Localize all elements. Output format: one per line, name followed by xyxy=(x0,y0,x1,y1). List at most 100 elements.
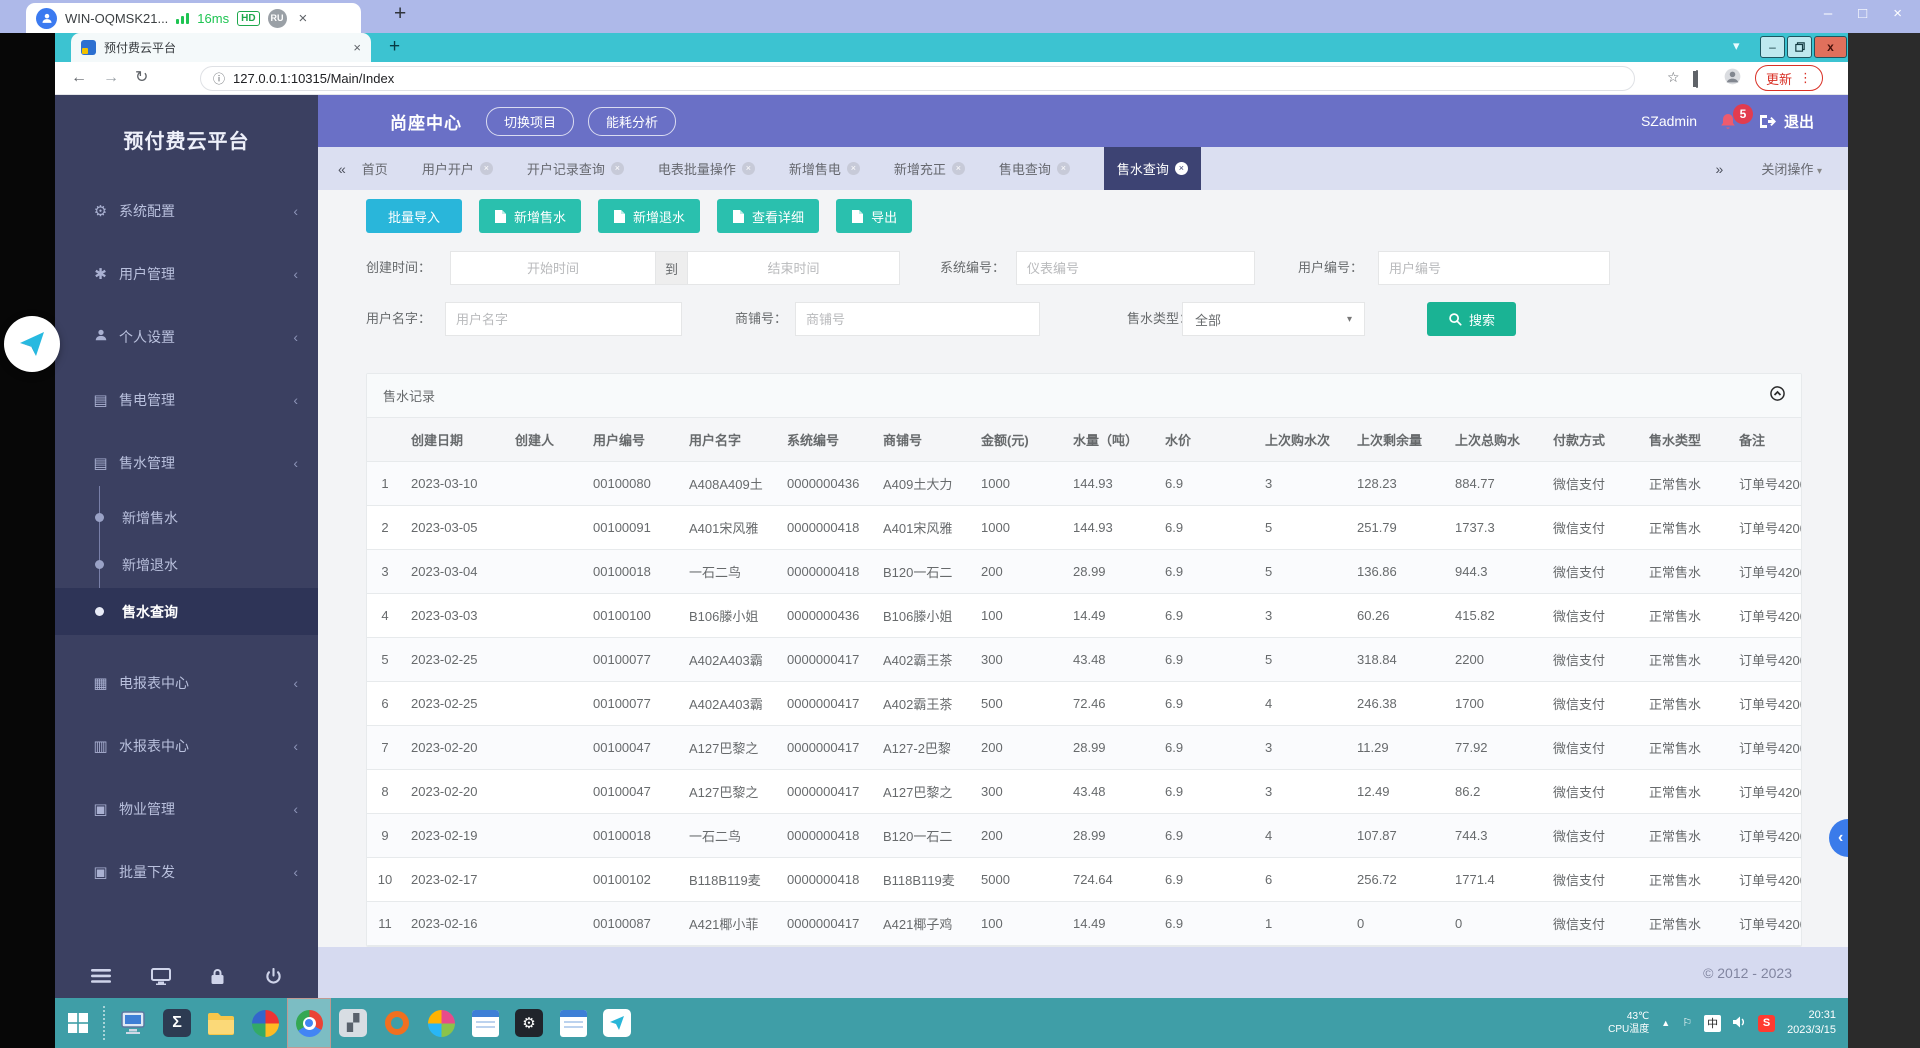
water-type-select[interactable]: 全部 ▾ xyxy=(1182,302,1365,336)
table-row[interactable]: 42023-03-0300100100B106滕小姐0000000436B106… xyxy=(367,594,1801,638)
table-row[interactable]: 12023-03-1000100080A408A409土0000000436A4… xyxy=(367,462,1801,506)
remote-restore-button[interactable]: □ xyxy=(1858,5,1867,22)
batch-import-button[interactable]: 批量导入 xyxy=(366,199,462,233)
water-refund-button[interactable]: 新增退水 xyxy=(598,199,700,233)
hd-quality-badge[interactable]: HD xyxy=(237,11,259,26)
sidebar-item-user-management[interactable]: ✱ 用户管理 ‹ xyxy=(55,242,318,305)
tabs-scroll-left-icon[interactable]: « xyxy=(338,161,346,177)
new-water-sale-button[interactable]: 新增售水 xyxy=(479,199,581,233)
back-icon[interactable]: ← xyxy=(71,70,87,86)
switch-project-button[interactable]: 切换项目 xyxy=(486,107,574,136)
remote-new-tab-button[interactable]: + xyxy=(394,2,406,26)
shop-no-input[interactable] xyxy=(795,302,1040,336)
sidebar-item-water-report-center[interactable]: ▥ 水报表中心 ‹ xyxy=(55,714,318,777)
remote-user-badge[interactable]: RU xyxy=(268,9,287,28)
energy-analysis-button[interactable]: 能耗分析 xyxy=(588,107,676,136)
site-info-icon[interactable]: ⓘ xyxy=(213,70,225,87)
taskbar-app-file-explorer[interactable] xyxy=(199,998,243,1048)
taskbar-grip[interactable] xyxy=(103,1006,105,1040)
tab-search-chevron-icon[interactable]: ▾ xyxy=(1733,38,1740,54)
input-method-icon[interactable]: 中 xyxy=(1704,1015,1721,1032)
taskbar-app-chrome[interactable] xyxy=(287,998,331,1048)
flag-icon[interactable]: ⚐ xyxy=(1682,1018,1692,1029)
table-header-cell[interactable]: 上次剩余量 xyxy=(1349,418,1447,462)
taskbar-app-gray-tool[interactable]: ▞ xyxy=(331,998,375,1048)
tab-close-icon[interactable]: × xyxy=(847,162,860,175)
browser-restore-button[interactable] xyxy=(1787,36,1812,58)
table-header-cell[interactable]: 金额(元) xyxy=(973,418,1065,462)
taskbar-app-window-1[interactable] xyxy=(463,998,507,1048)
tab-account-opening[interactable]: 用户开户× xyxy=(422,147,493,190)
speaker-icon[interactable] xyxy=(1733,1016,1746,1031)
browser-new-tab-button[interactable]: + xyxy=(389,36,400,58)
table-header-cell[interactable]: 系统编号 xyxy=(779,418,875,462)
hamburger-menu-icon[interactable] xyxy=(91,969,111,983)
table-header-cell[interactable]: 用户名字 xyxy=(681,418,779,462)
collapse-panel-icon[interactable] xyxy=(1770,386,1785,406)
table-row[interactable]: 82023-02-2000100047A127巴黎之0000000417A127… xyxy=(367,770,1801,814)
system-no-input[interactable] xyxy=(1016,251,1255,285)
sidebar-subitem-water-refund[interactable]: 新增退水 xyxy=(55,541,318,588)
tab-new-reversal[interactable]: 新增充正× xyxy=(894,147,965,190)
table-header-cell[interactable]: 商铺号 xyxy=(875,418,973,462)
table-header-cell[interactable]: 上次总购水 xyxy=(1447,418,1545,462)
table-row[interactable]: 22023-03-0500100091A401宋风雅0000000418A401… xyxy=(367,506,1801,550)
browser-menu-dots-icon[interactable]: ⋮ xyxy=(1799,70,1812,86)
tab-home[interactable]: 首页 xyxy=(362,147,388,190)
taskbar-app-window-2[interactable] xyxy=(551,998,595,1048)
tab-close-icon[interactable]: × xyxy=(742,162,755,175)
remote-close-button[interactable]: × xyxy=(1893,5,1902,22)
end-time-input[interactable] xyxy=(687,251,900,285)
taskbar-app-orange-browser[interactable] xyxy=(375,998,419,1048)
browser-minimize-button[interactable]: – xyxy=(1760,36,1785,58)
taskbar-clock[interactable]: 20:31 2023/3/15 xyxy=(1787,1008,1836,1038)
remote-tab-close-icon[interactable]: × xyxy=(299,10,308,27)
hidden-icons-chevron[interactable]: ▲ xyxy=(1661,1019,1670,1028)
table-row[interactable]: 72023-02-2000100047A127巴黎之0000000417A127… xyxy=(367,726,1801,770)
logout-button[interactable]: 退出 xyxy=(1759,111,1814,132)
table-row[interactable]: 62023-02-2500100077A402A403霸0000000417A4… xyxy=(367,682,1801,726)
side-panel-icon[interactable] xyxy=(1696,72,1698,86)
sidebar-item-batch-dispatch[interactable]: ▣ 批量下发 ‹ xyxy=(55,840,318,903)
user-no-input[interactable] xyxy=(1378,251,1610,285)
sidebar-item-electricity-sale[interactable]: ▤ 售电管理 ‹ xyxy=(55,368,318,431)
tab-close-icon[interactable]: × xyxy=(611,162,624,175)
lock-icon[interactable] xyxy=(210,968,225,985)
table-header-cell[interactable]: 备注 xyxy=(1731,418,1801,462)
table-row[interactable]: 92023-02-1900100018一石二鸟0000000418B120一石二… xyxy=(367,814,1801,858)
browser-update-button[interactable]: 更新 ⋮ xyxy=(1755,65,1823,91)
taskbar-app-media-swirl[interactable] xyxy=(243,998,287,1048)
table-header-cell[interactable]: 售水类型 xyxy=(1641,418,1731,462)
todesk-floating-ball[interactable] xyxy=(4,316,60,372)
table-scroll-area[interactable]: 创建日期 创建人 用户编号 用户名字 系统编号 商铺号 金额(元) 水量（吨） … xyxy=(367,418,1801,947)
tab-close-icon[interactable]: × xyxy=(1057,162,1070,175)
export-button[interactable]: 导出 xyxy=(836,199,912,233)
address-bar[interactable]: ⓘ 127.0.0.1:10315/Main/Index xyxy=(200,66,1635,91)
sidebar-item-property-management[interactable]: ▣ 物业管理 ‹ xyxy=(55,777,318,840)
sidebar-item-water-sale[interactable]: ▤ 售水管理 ‹ xyxy=(55,431,318,494)
table-header-cell[interactable]: 上次购水次 xyxy=(1257,418,1349,462)
tab-meter-batch-ops[interactable]: 电表批量操作× xyxy=(658,147,755,190)
tab-close-icon[interactable]: × xyxy=(480,162,493,175)
table-row[interactable]: 52023-02-2500100077A402A403霸0000000417A4… xyxy=(367,638,1801,682)
bookmark-star-icon[interactable]: ☆ xyxy=(1667,70,1680,84)
start-time-input[interactable] xyxy=(450,251,656,285)
tab-electricity-sale-query[interactable]: 售电查询× xyxy=(999,147,1070,190)
table-header-cell[interactable]: 创建人 xyxy=(507,418,585,462)
table-header-cell[interactable]: 创建日期 xyxy=(403,418,507,462)
sidebar-item-system-config[interactable]: ⚙ 系统配置 ‹ xyxy=(55,179,318,242)
taskbar-app-settings[interactable]: ⚙ xyxy=(507,998,551,1048)
tab-close-icon[interactable]: × xyxy=(952,162,965,175)
monitor-icon[interactable] xyxy=(151,968,171,985)
sidebar-subitem-new-water-sale[interactable]: 新增售水 xyxy=(55,494,318,541)
power-icon[interactable] xyxy=(265,968,282,985)
tab-water-sale-query[interactable]: 售水查询× xyxy=(1104,147,1201,190)
view-details-button[interactable]: 查看详细 xyxy=(717,199,819,233)
table-header-cell[interactable]: 用户编号 xyxy=(585,418,681,462)
table-row[interactable]: 112023-02-1600100087A421椰小菲0000000417A42… xyxy=(367,902,1801,946)
sidebar-item-personal-settings[interactable]: 个人设置 ‹ xyxy=(55,305,318,368)
table-row[interactable]: 32023-03-0400100018一石二鸟0000000418B120一石二… xyxy=(367,550,1801,594)
sidebar-item-electricity-report-center[interactable]: ▦ 电报表中心 ‹ xyxy=(55,651,318,714)
profile-avatar-icon[interactable] xyxy=(1724,68,1741,87)
table-header-cell[interactable]: 水价 xyxy=(1157,418,1257,462)
